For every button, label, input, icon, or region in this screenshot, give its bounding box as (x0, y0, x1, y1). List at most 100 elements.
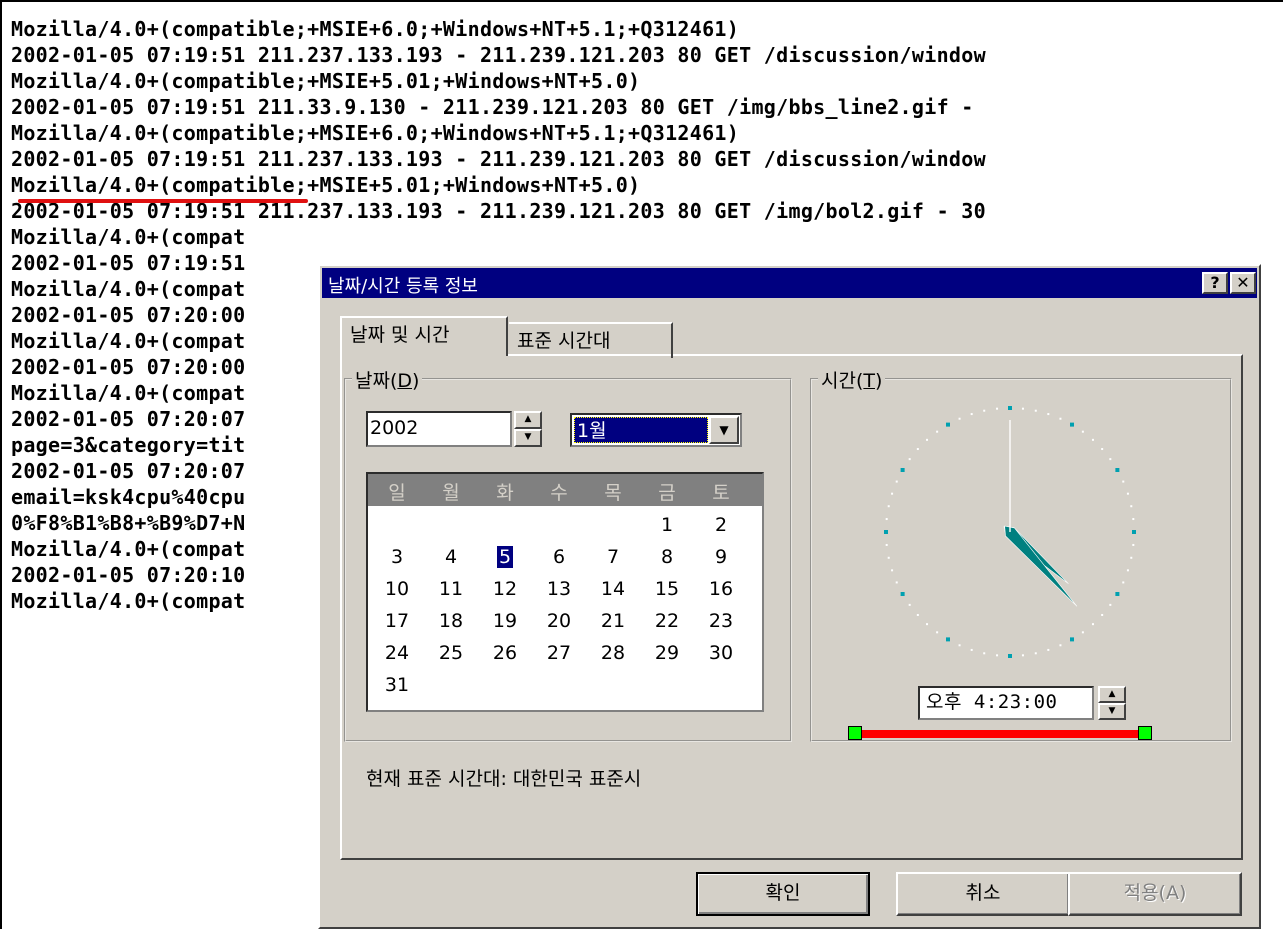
clock-minute-mark (1059, 417, 1062, 420)
clock-minute-mark (885, 543, 888, 546)
calendar-day[interactable]: 6 (534, 542, 584, 572)
calendar-day[interactable]: 14 (588, 574, 638, 604)
calendar-day[interactable]: 24 (372, 638, 422, 668)
calendar-day[interactable]: 17 (372, 606, 422, 636)
clock-minute-mark (1101, 448, 1104, 451)
calendar-day[interactable]: 8 (642, 542, 692, 572)
calendar-day[interactable]: 15 (642, 574, 692, 604)
datetime-properties-dialog: 날짜/시간 등록 정보 ? ✕ 날짜 및 시간 표준 시간대 날짜(D) 시간(… (318, 264, 1261, 929)
calendar-day[interactable]: 27 (534, 638, 584, 668)
calendar-day[interactable]: 12 (480, 574, 530, 604)
weekday-label: 목 (604, 482, 622, 504)
weekday-label: 토 (712, 482, 730, 504)
calendar-day[interactable]: 1 (642, 510, 692, 540)
calendar-day[interactable]: 20 (534, 606, 584, 636)
clock-minute-mark (936, 631, 939, 634)
apply-button[interactable]: 적용(A) (1068, 872, 1242, 916)
clock-minute-mark (1047, 413, 1050, 416)
log-line: Mozilla/4.0+(compatible;+MSIE+6.0;+Windo… (11, 121, 740, 145)
clock-minute-mark (1130, 505, 1133, 508)
month-value: 1월 (574, 417, 708, 443)
time-input[interactable]: 오후 4:23:00 (918, 686, 1094, 720)
clock-minute-mark (1059, 644, 1062, 647)
clock-minute-mark (1132, 518, 1135, 521)
year-down-arrow-icon[interactable]: ▼ (514, 429, 542, 447)
calendar-day[interactable]: 19 (480, 606, 530, 636)
clock-minute-mark (996, 407, 999, 410)
calendar-day[interactable]: 26 (480, 638, 530, 668)
calendar-day[interactable]: 10 (372, 574, 422, 604)
calendar-day[interactable]: 4 (426, 542, 476, 572)
ok-button[interactable]: 확인 (696, 872, 870, 916)
clock-minute-mark (983, 652, 986, 655)
calendar-day[interactable]: 2 (696, 510, 746, 540)
clock-minute-mark (885, 518, 888, 521)
calendar-day[interactable]: 11 (426, 574, 476, 604)
clock-minute-hand (1004, 525, 1078, 607)
clock-hour-mark (1008, 406, 1012, 410)
chevron-down-icon[interactable]: ▼ (709, 416, 739, 444)
calendar-day[interactable]: 16 (696, 574, 746, 604)
calendar-day[interactable]: 25 (426, 638, 476, 668)
tab-timezone[interactable]: 표준 시간대 (509, 322, 673, 358)
year-input[interactable]: 2002 (366, 411, 512, 447)
red-bar-annotation (854, 730, 1144, 738)
calendar-day[interactable]: 22 (642, 606, 692, 636)
calendar-grid[interactable]: 일월화수목금토 1 2 3 4 5 6 7 8 9 10 11 12 13 14 15 16 17 18 19 20 2… (366, 472, 764, 712)
year-spinner[interactable]: ▲ ▼ (514, 411, 542, 447)
clock-minute-mark (1109, 458, 1112, 461)
clock-minute-mark (958, 644, 961, 647)
clock-minute-mark (1047, 648, 1050, 651)
annotation-handle-left (848, 726, 862, 740)
clock-minute-mark (908, 458, 911, 461)
weekday-label: 일 (388, 482, 406, 504)
clock-minute-mark (908, 603, 911, 606)
calendar-day[interactable]: 29 (642, 638, 692, 668)
time-spinner[interactable]: ▲ ▼ (1098, 686, 1126, 720)
calendar-day[interactable]: 28 (588, 638, 638, 668)
calendar-day[interactable]: 23 (696, 606, 746, 636)
time-down-arrow-icon[interactable]: ▼ (1098, 703, 1126, 720)
annotation-handle-right (1138, 726, 1152, 740)
clock-minute-mark (926, 438, 929, 441)
clock-minute-mark (970, 413, 973, 416)
weekday-label: 화 (496, 482, 514, 504)
calendar-day[interactable]: 7 (588, 542, 638, 572)
clock-minute-mark (958, 417, 961, 420)
month-select[interactable]: 1월 ▼ (570, 413, 742, 447)
clock-hour-mark (900, 592, 905, 596)
clock-minute-mark (1132, 543, 1135, 546)
log-line: Mozilla/4.0+(compatible;+MSIE+5.01;+Wind… (11, 173, 641, 197)
clock-minute-mark (970, 648, 973, 651)
calendar-day[interactable]: 18 (426, 606, 476, 636)
calendar-day[interactable]: 21 (588, 606, 638, 636)
year-up-arrow-icon[interactable]: ▲ (514, 411, 542, 429)
calendar-day[interactable]: 31 (372, 670, 422, 700)
clock-minute-mark (887, 556, 890, 559)
calendar-day[interactable]: 9 (696, 542, 746, 572)
dialog-titlebar[interactable]: 날짜/시간 등록 정보 ? ✕ (322, 268, 1257, 298)
date-group-label: 날짜(D) (352, 366, 423, 393)
calendar-day[interactable]: 30 (696, 638, 746, 668)
clock-minute-mark (1021, 407, 1024, 410)
log-line: Mozilla/4.0+(compatible;+MSIE+6.0;+Windo… (11, 17, 740, 41)
current-timezone-label: 현재 표준 시간대: 대한민국 표준시 (366, 768, 642, 790)
time-up-arrow-icon[interactable]: ▲ (1098, 686, 1126, 703)
clock-minute-mark (895, 480, 898, 483)
tab-date-time[interactable]: 날짜 및 시간 (340, 316, 508, 356)
calendar-day[interactable]: 3 (372, 542, 422, 572)
cancel-button[interactable]: 취소 (896, 872, 1070, 916)
clock-minute-mark (1126, 492, 1129, 495)
clock-minute-mark (1081, 631, 1084, 634)
clock-minute-mark (1126, 569, 1129, 572)
clock-minute-mark (1091, 623, 1094, 626)
dialog-title: 날짜/시간 등록 정보 (328, 276, 478, 297)
help-button[interactable]: ? (1202, 272, 1228, 294)
clock-minute-mark (887, 505, 890, 508)
weekday-label: 수 (550, 482, 568, 504)
clock-minute-mark (891, 569, 894, 572)
close-button[interactable]: ✕ (1230, 272, 1256, 294)
calendar-day-selected[interactable]: 5 (480, 542, 530, 572)
clock-minute-mark (1034, 409, 1037, 412)
calendar-day[interactable]: 13 (534, 574, 584, 604)
